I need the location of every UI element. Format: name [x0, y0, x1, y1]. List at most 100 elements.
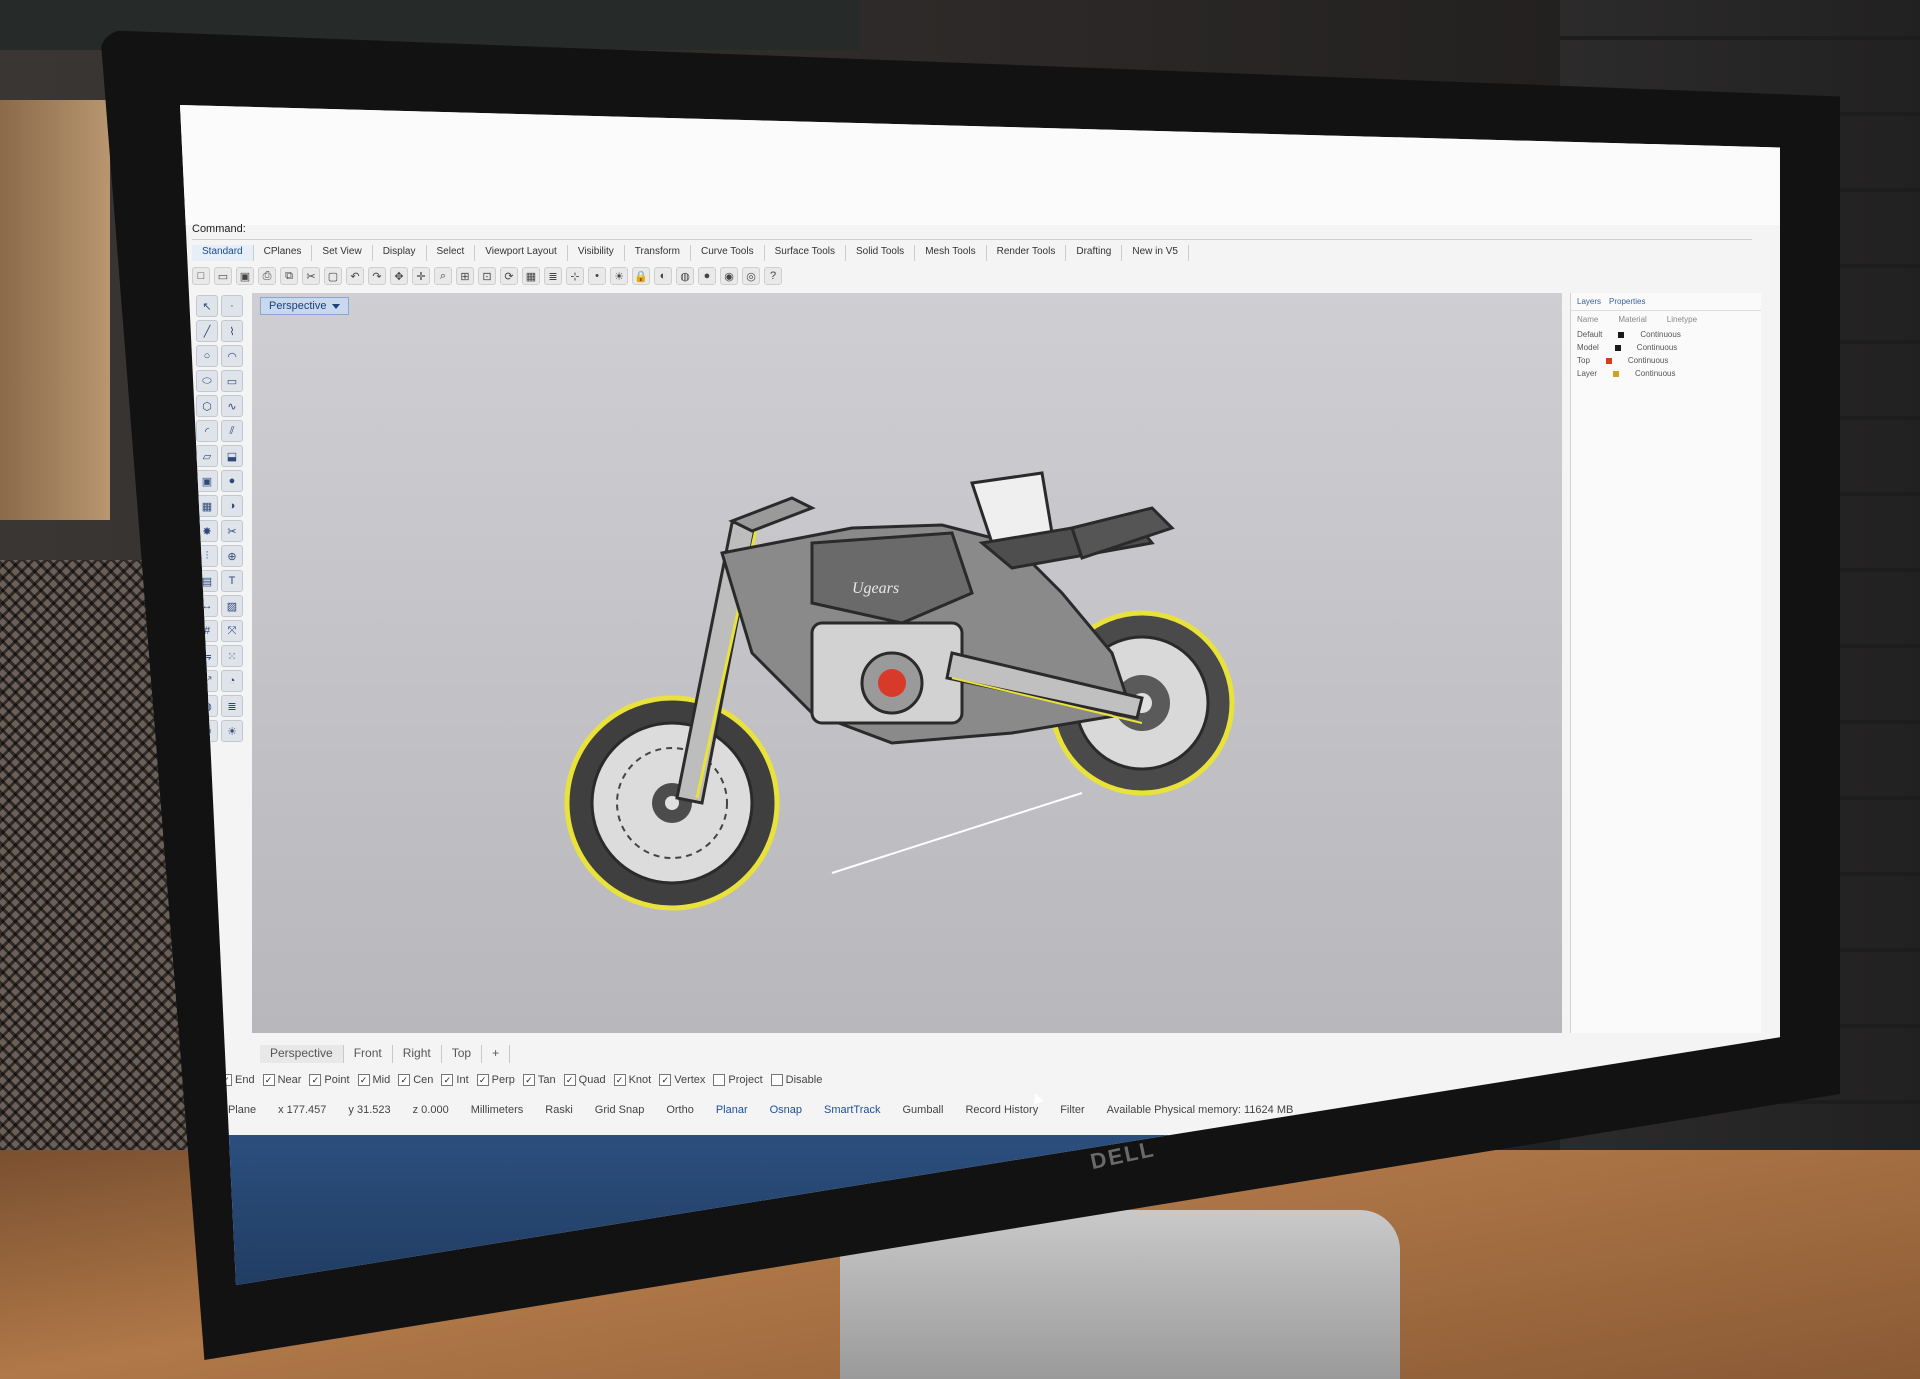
snap-icon[interactable]: ⊹ [566, 267, 584, 285]
pan-icon[interactable]: ✥ [390, 267, 408, 285]
osnap-checkbox[interactable]: ✓ [563, 1074, 576, 1086]
status-layer[interactable]: Raski [545, 1104, 573, 1116]
osnap-option[interactable]: Project [713, 1074, 763, 1086]
grid-icon[interactable]: ▦ [522, 267, 540, 285]
polygon-icon[interactable]: ⬡ [196, 395, 218, 417]
osnap-checkbox[interactable]: ✓ [659, 1074, 672, 1086]
transform-icon[interactable]: ⤧ [221, 620, 243, 642]
array-icon[interactable]: ⁙ [221, 645, 243, 667]
osnap-toggle[interactable]: Osnap [770, 1104, 802, 1116]
rotate-view-icon[interactable]: ⟳ [500, 267, 518, 285]
rectangle-icon[interactable]: ▭ [221, 370, 243, 392]
light-icon[interactable]: ☀ [221, 720, 243, 742]
planar-toggle[interactable]: Planar [716, 1104, 748, 1116]
viewport-tab[interactable]: Front [344, 1045, 393, 1063]
osnap-option[interactable]: ✓ Vertex [659, 1074, 705, 1086]
motorcycle-model[interactable]: Ugears [252, 293, 1562, 1033]
render-icon[interactable]: ◐ [654, 267, 672, 285]
osnap-option[interactable]: Disable [770, 1074, 822, 1086]
osnap-option[interactable]: ✓ Near [262, 1074, 301, 1086]
paste-icon[interactable]: ▢ [324, 267, 342, 285]
toolbar-tab[interactable]: CPlanes [254, 245, 313, 261]
ortho-toggle[interactable]: Ortho [666, 1104, 694, 1116]
offset-icon[interactable]: ⫽ [221, 420, 243, 442]
join-icon[interactable]: ⊕ [221, 545, 243, 567]
status-units[interactable]: Millimeters [471, 1104, 524, 1116]
perspective-viewport[interactable]: Perspective Ugears [252, 293, 1562, 1105]
toolbar-tab[interactable]: Curve Tools [691, 245, 765, 261]
zoom-extents-icon[interactable]: ⊡ [478, 267, 496, 285]
light-icon[interactable]: ☀ [610, 267, 628, 285]
viewport-tab[interactable]: Perspective [260, 1045, 344, 1063]
boolean-icon[interactable]: ◑ [221, 495, 243, 517]
help-icon[interactable]: ? [764, 267, 782, 285]
toolbar-tab[interactable]: Surface Tools [765, 245, 846, 261]
layer-icon[interactable]: ≣ [221, 695, 243, 717]
box-icon[interactable]: ▣ [196, 470, 218, 492]
toolbar-tab[interactable]: Drafting [1066, 245, 1123, 261]
osnap-checkbox[interactable]: ✓ [309, 1074, 322, 1086]
toolbar-tab[interactable]: Viewport Layout [475, 245, 568, 261]
layer-color-swatch[interactable] [1618, 331, 1625, 338]
osnap-option[interactable]: ✓ Point [309, 1074, 350, 1086]
ellipse-icon[interactable]: ⬭ [196, 370, 218, 392]
record-history-toggle[interactable]: Record History [965, 1104, 1038, 1116]
osnap-option[interactable]: ✓ Mid [357, 1074, 390, 1086]
filter-toggle[interactable]: Filter [1060, 1104, 1084, 1116]
viewport-tab[interactable]: Right [393, 1045, 442, 1063]
toolbar-tab[interactable]: Set View [312, 245, 373, 261]
toolbar-tab[interactable]: Mesh Tools [915, 245, 987, 261]
osnap-checkbox[interactable]: ✓ [476, 1074, 489, 1086]
grid-snap-toggle[interactable]: Grid Snap [595, 1104, 645, 1116]
osnap-checkbox[interactable]: ✓ [357, 1074, 370, 1086]
print-icon[interactable]: ⎙ [258, 267, 276, 285]
viewport-tab[interactable]: Top [442, 1045, 483, 1063]
toolbar-tab[interactable]: Render Tools [987, 245, 1067, 261]
osnap-checkbox[interactable]: ✓ [441, 1074, 454, 1086]
zoom-icon[interactable]: ⌕ [434, 267, 452, 285]
new-file-icon[interactable]: □ [192, 267, 210, 285]
toolbar-tab[interactable]: New in V5 [1122, 245, 1189, 261]
copy-icon[interactable]: ⧉ [280, 267, 298, 285]
environment-icon[interactable]: ◎ [742, 267, 760, 285]
line-icon[interactable]: ╱ [196, 320, 218, 342]
panel-tab[interactable]: Properties [1609, 297, 1645, 306]
layer-row[interactable]: Default Continuous [1571, 328, 1761, 341]
polyline-icon[interactable]: ⌇ [221, 320, 243, 342]
osnap-checkbox[interactable]: ✓ [522, 1074, 535, 1086]
circle-icon[interactable]: ○ [196, 345, 218, 367]
hatch-icon[interactable]: ▨ [221, 595, 243, 617]
osnap-option[interactable]: ✓ Tan [522, 1074, 556, 1086]
gumball-toggle[interactable]: Gumball [902, 1104, 943, 1116]
save-icon[interactable]: ▣ [236, 267, 254, 285]
command-line[interactable]: Command: [192, 223, 1752, 240]
sphere-icon[interactable]: ● [221, 470, 243, 492]
material-icon[interactable]: ◉ [720, 267, 738, 285]
osnap-checkbox[interactable] [713, 1074, 726, 1086]
trim-icon[interactable]: ✂ [221, 520, 243, 542]
sphere-icon[interactable]: ● [698, 267, 716, 285]
layer-color-swatch[interactable] [1614, 344, 1621, 351]
layer-color-swatch[interactable] [1613, 370, 1620, 377]
zoom-window-icon[interactable]: ⊞ [456, 267, 474, 285]
surface-icon[interactable]: ▱ [196, 445, 218, 467]
analyze-icon[interactable]: ◔ [221, 670, 243, 692]
toolbar-tab[interactable]: Standard [192, 245, 254, 261]
fillet-icon[interactable]: ◜ [196, 420, 218, 442]
viewport-tab[interactable]: + [482, 1045, 511, 1063]
layer-row[interactable]: Top Continuous [1571, 354, 1761, 367]
osnap-option[interactable]: ✓ Int [441, 1074, 469, 1086]
osnap-checkbox[interactable] [770, 1074, 783, 1086]
extrude-icon[interactable]: ⬓ [221, 445, 243, 467]
move-icon[interactable]: ✛ [412, 267, 430, 285]
osnap-option[interactable]: ✓ Perp [476, 1074, 515, 1086]
point-icon[interactable]: • [588, 267, 606, 285]
layer-row[interactable]: Model Continuous [1571, 341, 1761, 354]
arc-icon[interactable]: ◠ [221, 345, 243, 367]
toolbar-tab[interactable]: Display [373, 245, 427, 261]
cut-icon[interactable]: ✂ [302, 267, 320, 285]
curve-icon[interactable]: ∿ [221, 395, 243, 417]
toolbar-tab[interactable]: Select [427, 245, 476, 261]
toolbar-tab[interactable]: Transform [625, 245, 691, 261]
undo-icon[interactable]: ↶ [346, 267, 364, 285]
